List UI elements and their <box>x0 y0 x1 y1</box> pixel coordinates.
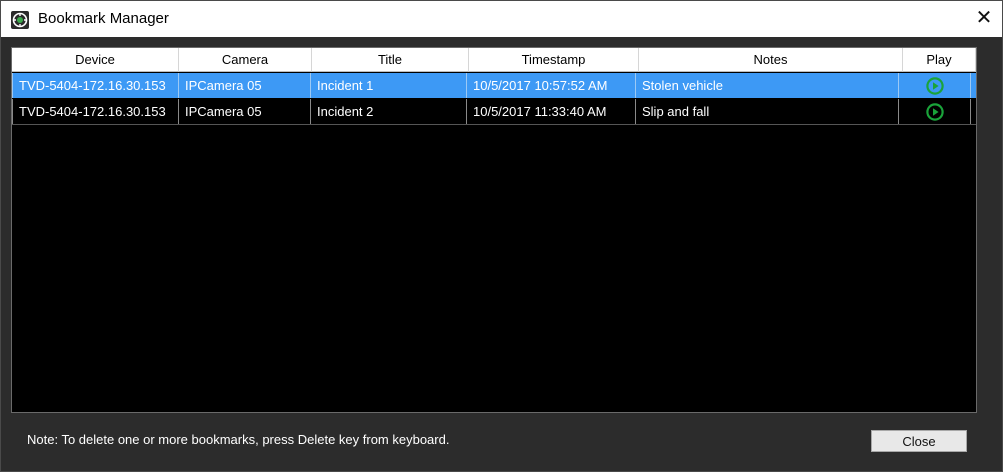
bookmark-manager-window: Bookmark Manager ✕ Device Camera Title T… <box>0 0 1003 472</box>
play-circle-icon[interactable] <box>925 102 944 121</box>
cell-camera[interactable]: IPCamera 05 <box>178 99 311 124</box>
column-header-device[interactable]: Device <box>12 48 179 72</box>
table-row[interactable]: TVD-5404-172.16.30.153 IPCamera 05 Incid… <box>12 73 976 98</box>
app-logo-icon <box>11 11 29 29</box>
window-close-icon[interactable]: ✕ <box>970 5 998 31</box>
close-button[interactable]: Close <box>871 430 967 452</box>
column-header-play[interactable]: Play <box>903 48 976 72</box>
window-title: Bookmark Manager <box>38 10 169 27</box>
cell-title[interactable]: Incident 2 <box>310 99 467 124</box>
column-header-camera[interactable]: Camera <box>179 48 312 72</box>
cell-notes[interactable]: Stolen vehicle <box>635 73 899 98</box>
cell-camera[interactable]: IPCamera 05 <box>178 73 311 98</box>
cell-timestamp[interactable]: 10/5/2017 11:33:40 AM <box>466 99 636 124</box>
bookmark-table: Device Camera Title Timestamp Notes Play… <box>11 47 977 413</box>
delete-hint-text: Note: To delete one or more bookmarks, p… <box>27 432 450 447</box>
cell-title[interactable]: Incident 1 <box>310 73 467 98</box>
dialog-body: Device Camera Title Timestamp Notes Play… <box>1 37 1002 471</box>
column-header-notes[interactable]: Notes <box>639 48 903 72</box>
play-button[interactable] <box>898 99 971 124</box>
cell-device[interactable]: TVD-5404-172.16.30.153 <box>12 73 179 98</box>
cell-timestamp[interactable]: 10/5/2017 10:57:52 AM <box>466 73 636 98</box>
title-bar: Bookmark Manager ✕ <box>1 1 1002 37</box>
cell-notes[interactable]: Slip and fall <box>635 99 899 124</box>
column-header-title[interactable]: Title <box>312 48 469 72</box>
column-header-timestamp[interactable]: Timestamp <box>469 48 639 72</box>
play-circle-icon[interactable] <box>925 76 944 95</box>
play-button[interactable] <box>898 73 971 98</box>
table-header: Device Camera Title Timestamp Notes Play <box>12 48 976 72</box>
cell-device[interactable]: TVD-5404-172.16.30.153 <box>12 99 179 124</box>
table-row[interactable]: TVD-5404-172.16.30.153 IPCamera 05 Incid… <box>12 99 976 125</box>
